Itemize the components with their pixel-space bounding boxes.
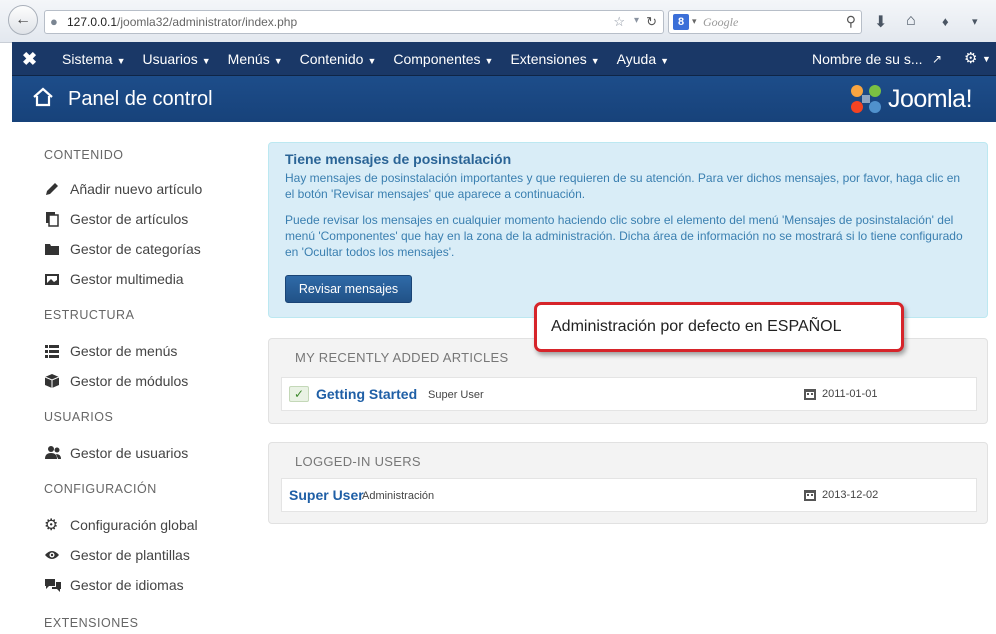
menu-ayuda[interactable]: Ayuda ▼ [617, 51, 669, 67]
menu-usuarios[interactable]: Usuarios ▼ [143, 51, 211, 67]
addon-icon[interactable]: ♦ [942, 14, 949, 29]
image-icon [44, 271, 70, 287]
url-text: 127.0.0.1/joomla32/administrator/index.p… [67, 15, 298, 29]
eye-icon [44, 549, 70, 561]
home-icon[interactable]: ⌂ [906, 12, 916, 30]
section-title-usuarios: USUARIOS [44, 410, 114, 424]
sidebar-item-article-manager[interactable]: Gestor de artículos [44, 204, 264, 234]
gear-icon[interactable]: ⚙ [964, 49, 977, 67]
panel-title: MY RECENTLY ADDED ARTICLES [295, 350, 509, 365]
post-install-alert: Tiene mensajes de posinstalación Hay men… [268, 142, 988, 318]
user-area: Administración [362, 490, 435, 502]
page-header: Panel de control Joomla! [12, 76, 996, 122]
alert-text: Puede revisar los mensajes en cualquier … [285, 213, 963, 259]
check-icon[interactable]: ✓ [289, 386, 309, 402]
section-title-contenido: CONTENIDO [44, 148, 124, 162]
callout-text: Administración por defecto en ESPAÑOL [551, 318, 842, 335]
caret-down-icon: ▼ [660, 56, 670, 66]
users-icon [44, 445, 70, 461]
sidebar-item-user-manager[interactable]: Gestor de usuarios [44, 438, 264, 468]
panel-title: LOGGED-IN USERS [295, 454, 421, 469]
caret-down-icon: ▼ [484, 56, 494, 66]
main-menu: Sistema ▼ Usuarios ▼ Menús ▼ Contenido ▼ Com… [62, 42, 686, 76]
joomla-wordmark: Joomla! [888, 85, 973, 113]
sidebar-item-add-article[interactable]: Añadir nuevo artículo [44, 174, 264, 204]
sidebar-item-template-manager[interactable]: Gestor de plantillas [44, 540, 264, 570]
external-link-icon[interactable]: ↗ [932, 52, 942, 66]
search-bar[interactable]: 8 ▾ Google ⚲ [668, 10, 862, 34]
caret-down-icon: ▼ [273, 56, 283, 66]
search-placeholder: Google [703, 15, 739, 29]
sidebar-item-category-manager[interactable]: Gestor de categorías [44, 234, 264, 264]
alert-title: Tiene mensajes de posinstalación [285, 151, 512, 167]
list-icon [44, 343, 70, 359]
reload-icon[interactable]: ↻ [646, 14, 657, 30]
caret-down-icon: ▼ [116, 56, 126, 66]
caret-down-icon: ▼ [590, 56, 600, 66]
menu-extensiones[interactable]: Extensiones ▼ [510, 51, 599, 67]
article-date: 2011-01-01 [822, 388, 878, 400]
cog-icon: ⚙ [44, 517, 59, 534]
cube-icon [44, 373, 70, 389]
bookmark-star-icon[interactable]: ☆ [613, 14, 625, 30]
annotation-callout: Administración por defecto en ESPAÑOL [534, 302, 904, 352]
site-name-link[interactable]: Nombre de su s... [812, 51, 923, 67]
table-row: ✓ Getting Started Super User 2011-01-01 [281, 377, 977, 411]
sidebar-item-language-manager[interactable]: Gestor de idiomas [44, 570, 264, 600]
section-title-configuracion: CONFIGURACIÓN [44, 482, 157, 496]
search-engine-dropdown-icon[interactable]: ▾ [692, 16, 697, 27]
copy-icon [44, 211, 70, 227]
user-date: 2013-12-02 [822, 489, 879, 501]
user-link[interactable]: Super User [289, 487, 364, 503]
calendar-icon [804, 389, 816, 400]
joomla-logo-icon [851, 85, 881, 113]
search-icon[interactable]: ⚲ [846, 13, 856, 30]
download-icon[interactable]: ⬇ [874, 12, 887, 32]
browser-toolbar: ← ● 127.0.0.1/joomla32/administrator/ind… [0, 0, 996, 43]
menu-componentes[interactable]: Componentes ▼ [393, 51, 493, 67]
globe-icon: ● [50, 14, 58, 29]
sidebar-item-global-config[interactable]: ⚙ Configuración global [44, 510, 264, 540]
home-icon [33, 87, 53, 107]
sidebar-item-media-manager[interactable]: Gestor multimedia [44, 264, 264, 294]
joomla-brand: Joomla! [848, 82, 990, 116]
search-engine-icon[interactable]: 8 [673, 14, 689, 30]
sidebar-item-menu-manager[interactable]: Gestor de menús [44, 336, 264, 366]
article-link[interactable]: Getting Started [316, 386, 417, 402]
table-row: Super User Administración 2013-12-02 [281, 478, 977, 512]
section-title-extensiones: EXTENSIONES [44, 616, 139, 630]
article-author: Super User [428, 389, 484, 401]
caret-down-icon[interactable]: ▼ [982, 54, 991, 64]
sidebar: CONTENIDO Añadir nuevo artículo Gestor d… [44, 140, 264, 634]
section-title-estructura: ESTRUCTURA [44, 308, 135, 322]
alert-text: Hay mensajes de posinstalación important… [285, 171, 961, 201]
review-messages-button[interactable]: Revisar mensajes [285, 275, 412, 303]
menu-dropdown-icon[interactable]: ▾ [972, 15, 978, 28]
comments-icon [44, 577, 70, 593]
logged-users-panel: LOGGED-IN USERS Super User Administració… [268, 442, 988, 524]
caret-down-icon: ▼ [367, 56, 377, 66]
arrow-left-icon: ← [15, 11, 31, 28]
menu-contenido[interactable]: Contenido ▼ [300, 51, 377, 67]
back-button[interactable]: ← [8, 5, 38, 35]
caret-down-icon: ▼ [201, 56, 211, 66]
history-dropdown-icon[interactable]: ▾ [634, 15, 639, 26]
pencil-icon [44, 181, 70, 197]
folder-icon [44, 241, 70, 257]
admin-navbar: ✖ Sistema ▼ Usuarios ▼ Menús ▼ Contenido ▼ C… [12, 42, 996, 76]
sidebar-item-module-manager[interactable]: Gestor de módulos [44, 366, 264, 396]
page-title: Panel de control [68, 88, 213, 110]
menu-menus[interactable]: Menús ▼ [228, 51, 283, 67]
joomla-logo-icon[interactable]: ✖ [22, 49, 37, 70]
address-bar[interactable]: ● 127.0.0.1/joomla32/administrator/index… [44, 10, 664, 34]
calendar-icon [804, 490, 816, 501]
menu-sistema[interactable]: Sistema ▼ [62, 51, 126, 67]
